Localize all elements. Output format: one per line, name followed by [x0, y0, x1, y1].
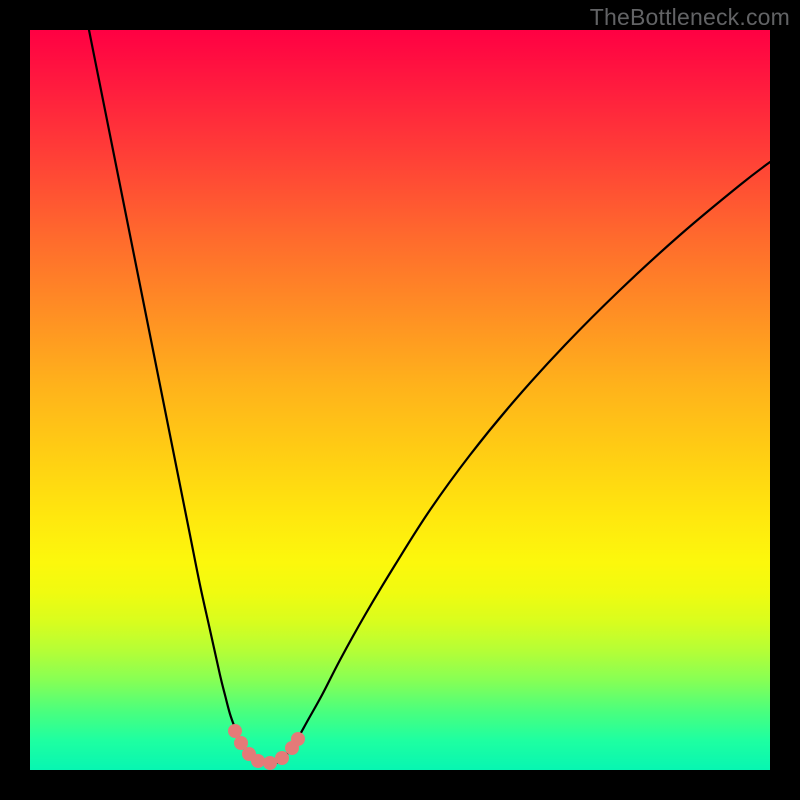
plot-area: [30, 30, 770, 770]
valley-marker-group: [228, 724, 305, 770]
valley-marker: [228, 724, 242, 738]
curve-path: [89, 30, 770, 764]
valley-marker: [275, 751, 289, 765]
watermark-text: TheBottleneck.com: [590, 4, 790, 31]
valley-marker: [263, 756, 277, 770]
valley-marker: [291, 732, 305, 746]
valley-marker: [251, 754, 265, 768]
bottleneck-curve: [30, 30, 770, 770]
chart-frame: TheBottleneck.com: [0, 0, 800, 800]
